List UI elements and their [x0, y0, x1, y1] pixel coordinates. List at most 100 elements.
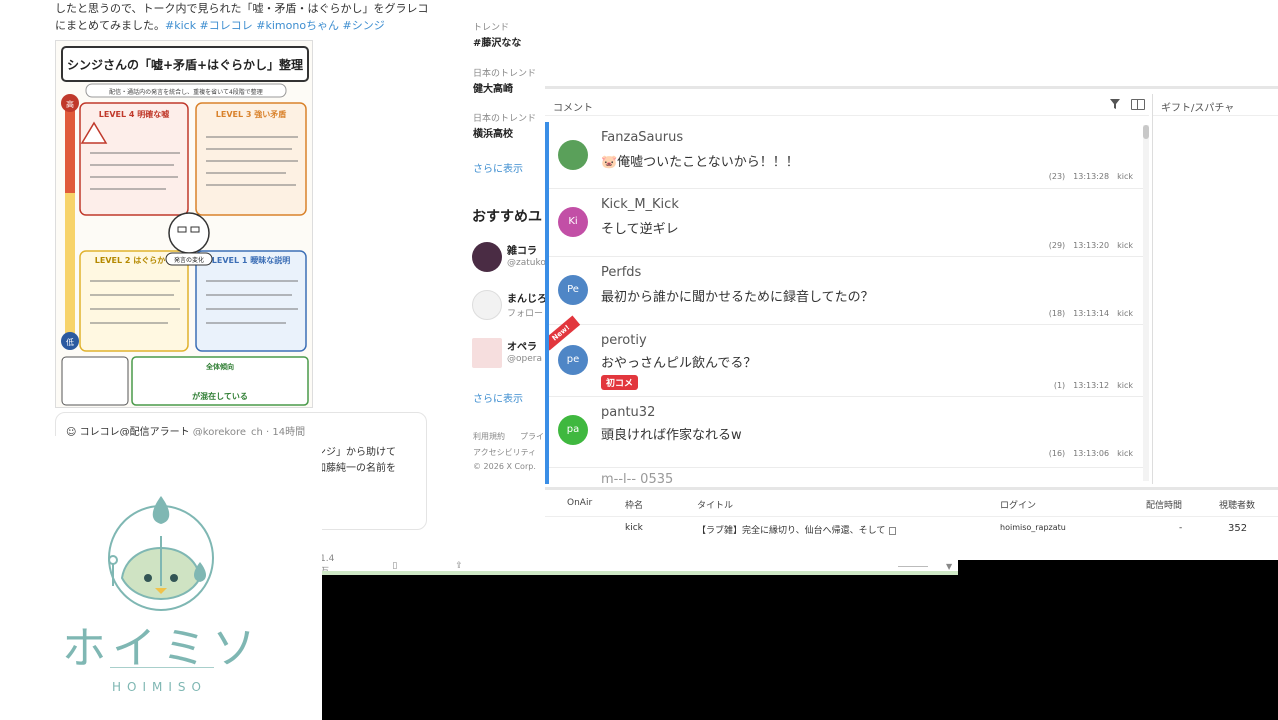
tweet-hashtags[interactable]: #kick #コレコレ #kimonoちゃん #シンジ — [165, 19, 385, 32]
list-item[interactable]: Pe Perfds 最初から誰かに聞かせるために録音してたの？ (18) 13:1… — [549, 257, 1145, 325]
hoimiso-logo-panel — [0, 436, 322, 720]
footer-link[interactable]: プライ — [520, 431, 544, 442]
bottom-phrase: が混在している — [192, 391, 248, 401]
column-header[interactable]: タイトル — [697, 498, 733, 511]
level3-label: LEVEL 3 強い矛盾 — [216, 109, 286, 119]
bookmark-icon[interactable]: ▯ — [392, 561, 397, 571]
row-divider — [545, 516, 1278, 517]
tweet-line-2: にまとめてみました。 — [55, 19, 165, 32]
column-header[interactable]: 枠名 — [625, 498, 643, 511]
gift-pane-header: ギフト/スパチャ — [1153, 94, 1278, 116]
avatar: Pe — [558, 275, 588, 305]
comment-count: (29) — [1048, 241, 1066, 250]
dropdown-underline — [898, 566, 928, 567]
tweet-line-1: したと思うので、トーク内で見られた「嘘・矛盾・はぐらかし」をグラレコ — [55, 2, 429, 15]
recommend-handle: @zatuko — [507, 258, 546, 268]
comment-count: (16) — [1048, 449, 1066, 458]
comment-author[interactable]: Perfds — [601, 265, 641, 280]
recommend-handle: フォロー — [507, 309, 544, 319]
table-cell-login: hoimiso_rapzatu — [1000, 523, 1066, 532]
avatar[interactable] — [472, 338, 502, 368]
list-item[interactable]: pa pantu32 頭良ければ作家なれるw (16) 13:13:06 kick — [549, 397, 1145, 468]
list-item[interactable]: FanzaSaurus 🐷俺嘘ついたことないから！！！ (23) 13:13:28… — [549, 122, 1145, 189]
comment-meta: (18) 13:13:14 kick — [1041, 309, 1133, 318]
list-item[interactable]: New! pe perotiy おやっさんピル飲んでる？ 初コメ (1) 13:1… — [549, 315, 1145, 397]
quote-text-line-1: ンジ」から助けて — [316, 447, 396, 458]
comment-text: そして逆ギレ — [601, 222, 679, 237]
column-header[interactable]: 視聴者数 — [1219, 498, 1255, 511]
column-header[interactable]: 配信時間 — [1146, 498, 1182, 511]
comment-author[interactable]: perotiy — [601, 333, 647, 348]
comment-platform: kick — [1117, 309, 1133, 318]
quote-text: ンジ」から助けて 加藤純一の名前を — [316, 445, 396, 477]
logo-divider — [110, 667, 214, 668]
table-cell-duration: - — [1179, 523, 1183, 533]
trend-item[interactable]: 横浜高校 — [473, 125, 513, 140]
quote-text-line-2: 加藤純一の名前を — [316, 463, 396, 474]
comment-platform: kick — [1117, 381, 1133, 390]
trend-category: トレンド — [473, 23, 510, 33]
chevron-down-icon[interactable]: ▼ — [946, 562, 952, 571]
avatar[interactable] — [472, 290, 502, 320]
recommend-name[interactable]: まんじろ — [507, 290, 547, 305]
avatar: pe — [558, 345, 588, 375]
infographic-subtitle: 配信・通話内の発言を統合し、重複を省いて4段階で整理 — [109, 88, 263, 96]
comment-time: 13:13:06 — [1073, 449, 1110, 458]
comment-platform: kick — [1117, 172, 1133, 181]
comment-pane-header: コメント — [545, 94, 1149, 116]
scroll-thumb[interactable] — [1143, 125, 1149, 139]
show-more-link[interactable]: さらに表示 — [473, 390, 523, 405]
first-comment-badge: 初コメ — [601, 375, 639, 390]
gift-pane-title: ギフト/スパチャ — [1161, 103, 1235, 114]
screen: したと思うので、トーク内で見られた「嘘・矛盾・はぐらかし」をグラレコ にまとめて… — [0, 0, 1278, 720]
comment-author[interactable]: FanzaSaurus — [601, 130, 683, 145]
table-cell-title[interactable]: 【ラブ雑】完全に縁切り、仙台へ帰還、そして — [697, 523, 897, 536]
avatar: Ki — [558, 207, 588, 237]
center-label: 発言の変化 — [174, 256, 204, 264]
comment-meta: (16) 13:13:06 kick — [1041, 449, 1133, 458]
filter-icon[interactable] — [1109, 98, 1121, 110]
comment-pane-title: コメント — [553, 103, 593, 114]
comment-count: (1) — [1053, 381, 1066, 390]
comment-platform: kick — [1117, 241, 1133, 250]
footer-link[interactable]: 利用規約 — [473, 431, 505, 442]
comment-time: 13:13:28 — [1073, 172, 1110, 181]
scale-low-label: 低 — [66, 337, 74, 347]
table-cell-frame[interactable]: kick — [625, 523, 643, 533]
show-more-link[interactable]: さらに表示 — [473, 160, 523, 175]
trend-item[interactable]: #藤沢なな — [473, 34, 521, 49]
comment-meta: (1) 13:13:12 kick — [1046, 381, 1133, 390]
logo-romaji: HOIMISO — [112, 680, 207, 694]
level2-label: LEVEL 2 はぐらかし — [95, 256, 173, 265]
bottom-title: 全体傾向 — [205, 362, 234, 371]
list-item[interactable]: Ki Kick_M_Kick そして逆ギレ (29) 13:13:20 kick — [549, 189, 1145, 257]
level1-label: LEVEL 1 曖昧な説明 — [212, 255, 290, 265]
comment-text: 最初から誰かに聞かせるために録音してたの？ — [601, 290, 874, 305]
comment-list[interactable]: FanzaSaurus 🐷俺嘘ついたことないから！！！ (23) 13:13:28… — [545, 122, 1149, 484]
columns-icon[interactable] — [1131, 99, 1145, 110]
share-icon[interactable]: ⇪ — [455, 561, 463, 571]
comment-time: 13:13:20 — [1073, 241, 1110, 250]
recommend-name[interactable]: オペラ — [507, 338, 537, 353]
list-item[interactable]: m--l-- 0535 — [549, 468, 1145, 484]
comment-count: (23) — [1048, 172, 1066, 181]
comment-author[interactable]: pantu32 — [601, 405, 655, 420]
trend-category: 日本のトレンド — [473, 114, 537, 124]
comment-author[interactable]: Kick_M_Kick — [601, 197, 679, 212]
copy-icon[interactable] — [889, 526, 897, 535]
column-header[interactable]: OnAir — [567, 498, 592, 508]
table-cell-viewers: 352 — [1228, 523, 1248, 534]
trend-item[interactable]: 健大高崎 — [473, 80, 513, 95]
column-header[interactable]: ログイン — [1000, 498, 1036, 511]
stream-title: 【ラブ雑】完全に縁切り、仙台へ帰還、そして — [697, 526, 886, 536]
scale-high-label: 高 — [66, 99, 74, 109]
recommend-handle: @opera — [507, 354, 542, 364]
comment-scrollbar[interactable] — [1143, 125, 1149, 481]
avatar: pa — [558, 415, 588, 445]
footer-link[interactable]: アクセシビリティ — [473, 447, 536, 458]
infographic-image[interactable]: シンジさんの「嘘+矛盾+はぐらかし」整理 配信・通話内の発言を統合し、重複を省い… — [55, 40, 313, 408]
recommend-name[interactable]: 雑コラ — [507, 242, 537, 257]
comment-author[interactable]: m--l-- 0535 — [601, 472, 673, 484]
gift-pane: ギフト/スパチャ — [1152, 94, 1278, 484]
avatar[interactable] — [472, 242, 502, 272]
